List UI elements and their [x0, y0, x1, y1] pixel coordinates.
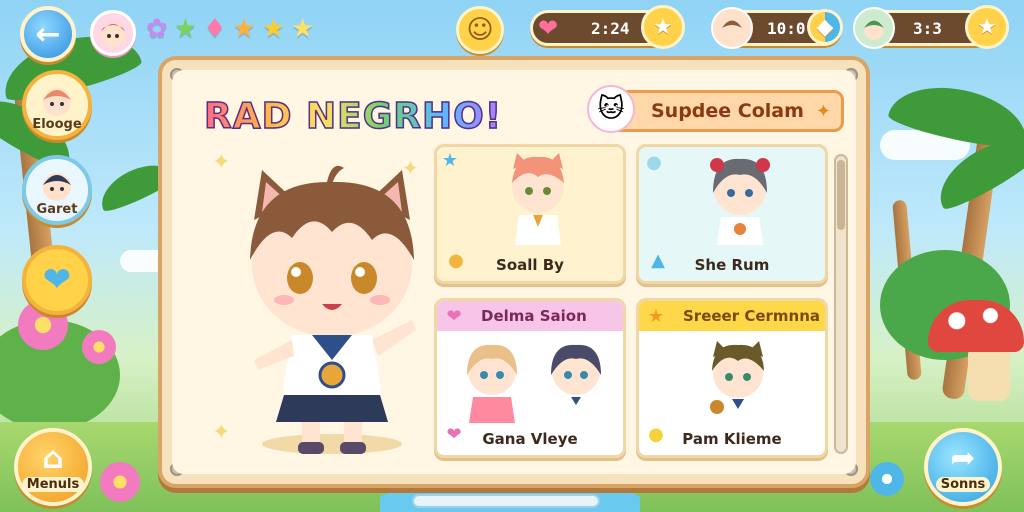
- collection-title: Supdee Colam: [651, 100, 804, 122]
- flower: [870, 462, 904, 496]
- sparkle-icon: ✦: [212, 150, 231, 175]
- character-face-icon: [43, 88, 71, 116]
- profile-avatar[interactable]: [90, 10, 136, 56]
- menu-button[interactable]: ⌂ Menuls: [14, 428, 92, 506]
- purple-star-icon: ✿: [146, 14, 168, 44]
- character-card[interactable]: Delma Saion ❤ ❤ Gana Vleye: [434, 298, 626, 458]
- side-button-garet[interactable]: Garet: [22, 155, 92, 225]
- character-card[interactable]: ★ ● Soall By: [434, 144, 626, 284]
- flower: [82, 330, 116, 364]
- star-badge-icon: ★: [647, 305, 665, 327]
- panel-content: RAD NEGRHO! ✦ ✦ ✦ 🐱 Supdee Colam ✦ ★ ● S…: [172, 70, 856, 474]
- character-card[interactable]: Sreeer Cermnna ★ ● Pam Klieme: [636, 298, 828, 458]
- vertical-scrollbar[interactable]: [834, 154, 848, 454]
- chibi-character-icon: [250, 165, 416, 454]
- friends-counter: 10:0 ◆: [711, 7, 843, 49]
- horizontal-scrollbar[interactable]: [412, 494, 600, 508]
- sparkle-icon: ✦: [402, 156, 419, 180]
- mushroom: [968, 345, 1010, 401]
- card-name: She Rum: [694, 256, 770, 274]
- sparkle-icon: ✦: [815, 100, 831, 122]
- featured-character[interactable]: [232, 160, 432, 460]
- card-name: Pam Klieme: [682, 430, 782, 448]
- side-button-elooge[interactable]: Elooge: [22, 70, 92, 140]
- game-title: RAD NEGRHO!: [203, 95, 503, 138]
- share-arrow-icon: ➦: [950, 440, 976, 476]
- gem-icon[interactable]: ◆: [807, 9, 843, 45]
- heart-icon: ❤: [537, 14, 559, 42]
- sparkle-icon: ✦: [212, 420, 231, 445]
- side-button-label: Garet: [36, 202, 78, 217]
- back-arrow-icon: ←: [35, 16, 61, 52]
- card-name: Gana Vleye: [482, 430, 578, 448]
- star-add-icon[interactable]: ★: [641, 5, 685, 49]
- emote-button[interactable]: ☺: [456, 6, 504, 54]
- heart-badge-icon: ❤: [446, 305, 462, 327]
- hearts-value: 2:24: [591, 19, 630, 38]
- face-icon: [864, 20, 884, 40]
- side-button-label: Elooge: [32, 117, 82, 132]
- flower: [100, 462, 140, 502]
- chibi-character-icon: [512, 153, 564, 245]
- favorites-button[interactable]: ❤: [22, 245, 92, 315]
- pink-gem-icon: ♦: [203, 14, 227, 44]
- green-star-icon: ★: [173, 14, 198, 44]
- yellow-star-icon: ★: [291, 14, 315, 44]
- team-counter: 3:3 ★: [853, 5, 1009, 49]
- star-add-icon[interactable]: ★: [965, 5, 1009, 49]
- card-name: Soall By: [496, 256, 564, 274]
- hearts-counter: ❤ 2:24 ★: [530, 5, 685, 49]
- menu-button-label: Menuls: [21, 476, 85, 492]
- friend-avatar-icon: [711, 7, 753, 49]
- bubble-icon: ●: [646, 151, 662, 173]
- character-panel: RAD NEGRHO! ✦ ✦ ✦ 🐱 Supdee Colam ✦ ★ ● S…: [158, 56, 870, 488]
- pet-icon: 🐱: [587, 85, 635, 133]
- friends-value: 10:0: [767, 19, 806, 38]
- home-icon: ⌂: [42, 440, 64, 476]
- gold-star-icon: ★: [261, 14, 286, 44]
- team-avatar-icon: [853, 7, 895, 49]
- star-rating: ✿ ★ ♦ ★ ★ ★: [146, 12, 314, 46]
- avatar-face-icon: [101, 23, 125, 47]
- face-icon: [722, 20, 742, 40]
- chibi-character-icon: [710, 158, 770, 245]
- team-value: 3:3: [913, 19, 942, 38]
- chibi-character-icon: [467, 344, 517, 423]
- chibi-character-icon: [710, 341, 764, 427]
- share-button[interactable]: ➦ Sonns: [924, 428, 1002, 506]
- collection-header[interactable]: 🐱 Supdee Colam ✦: [587, 85, 844, 133]
- back-button[interactable]: ←: [20, 6, 76, 62]
- smiley-icon: ☺: [466, 15, 494, 45]
- orange-star-icon: ★: [232, 14, 256, 44]
- share-button-label: Sonns: [935, 476, 991, 492]
- heart-icon: ❤: [42, 260, 72, 300]
- character-card[interactable]: ● ▲ She Rum: [636, 144, 828, 284]
- star-badge-icon: ★: [441, 149, 459, 171]
- scrollbar-thumb[interactable]: [837, 160, 845, 230]
- character-face-icon: [43, 173, 71, 201]
- chibi-character-icon: [551, 344, 601, 423]
